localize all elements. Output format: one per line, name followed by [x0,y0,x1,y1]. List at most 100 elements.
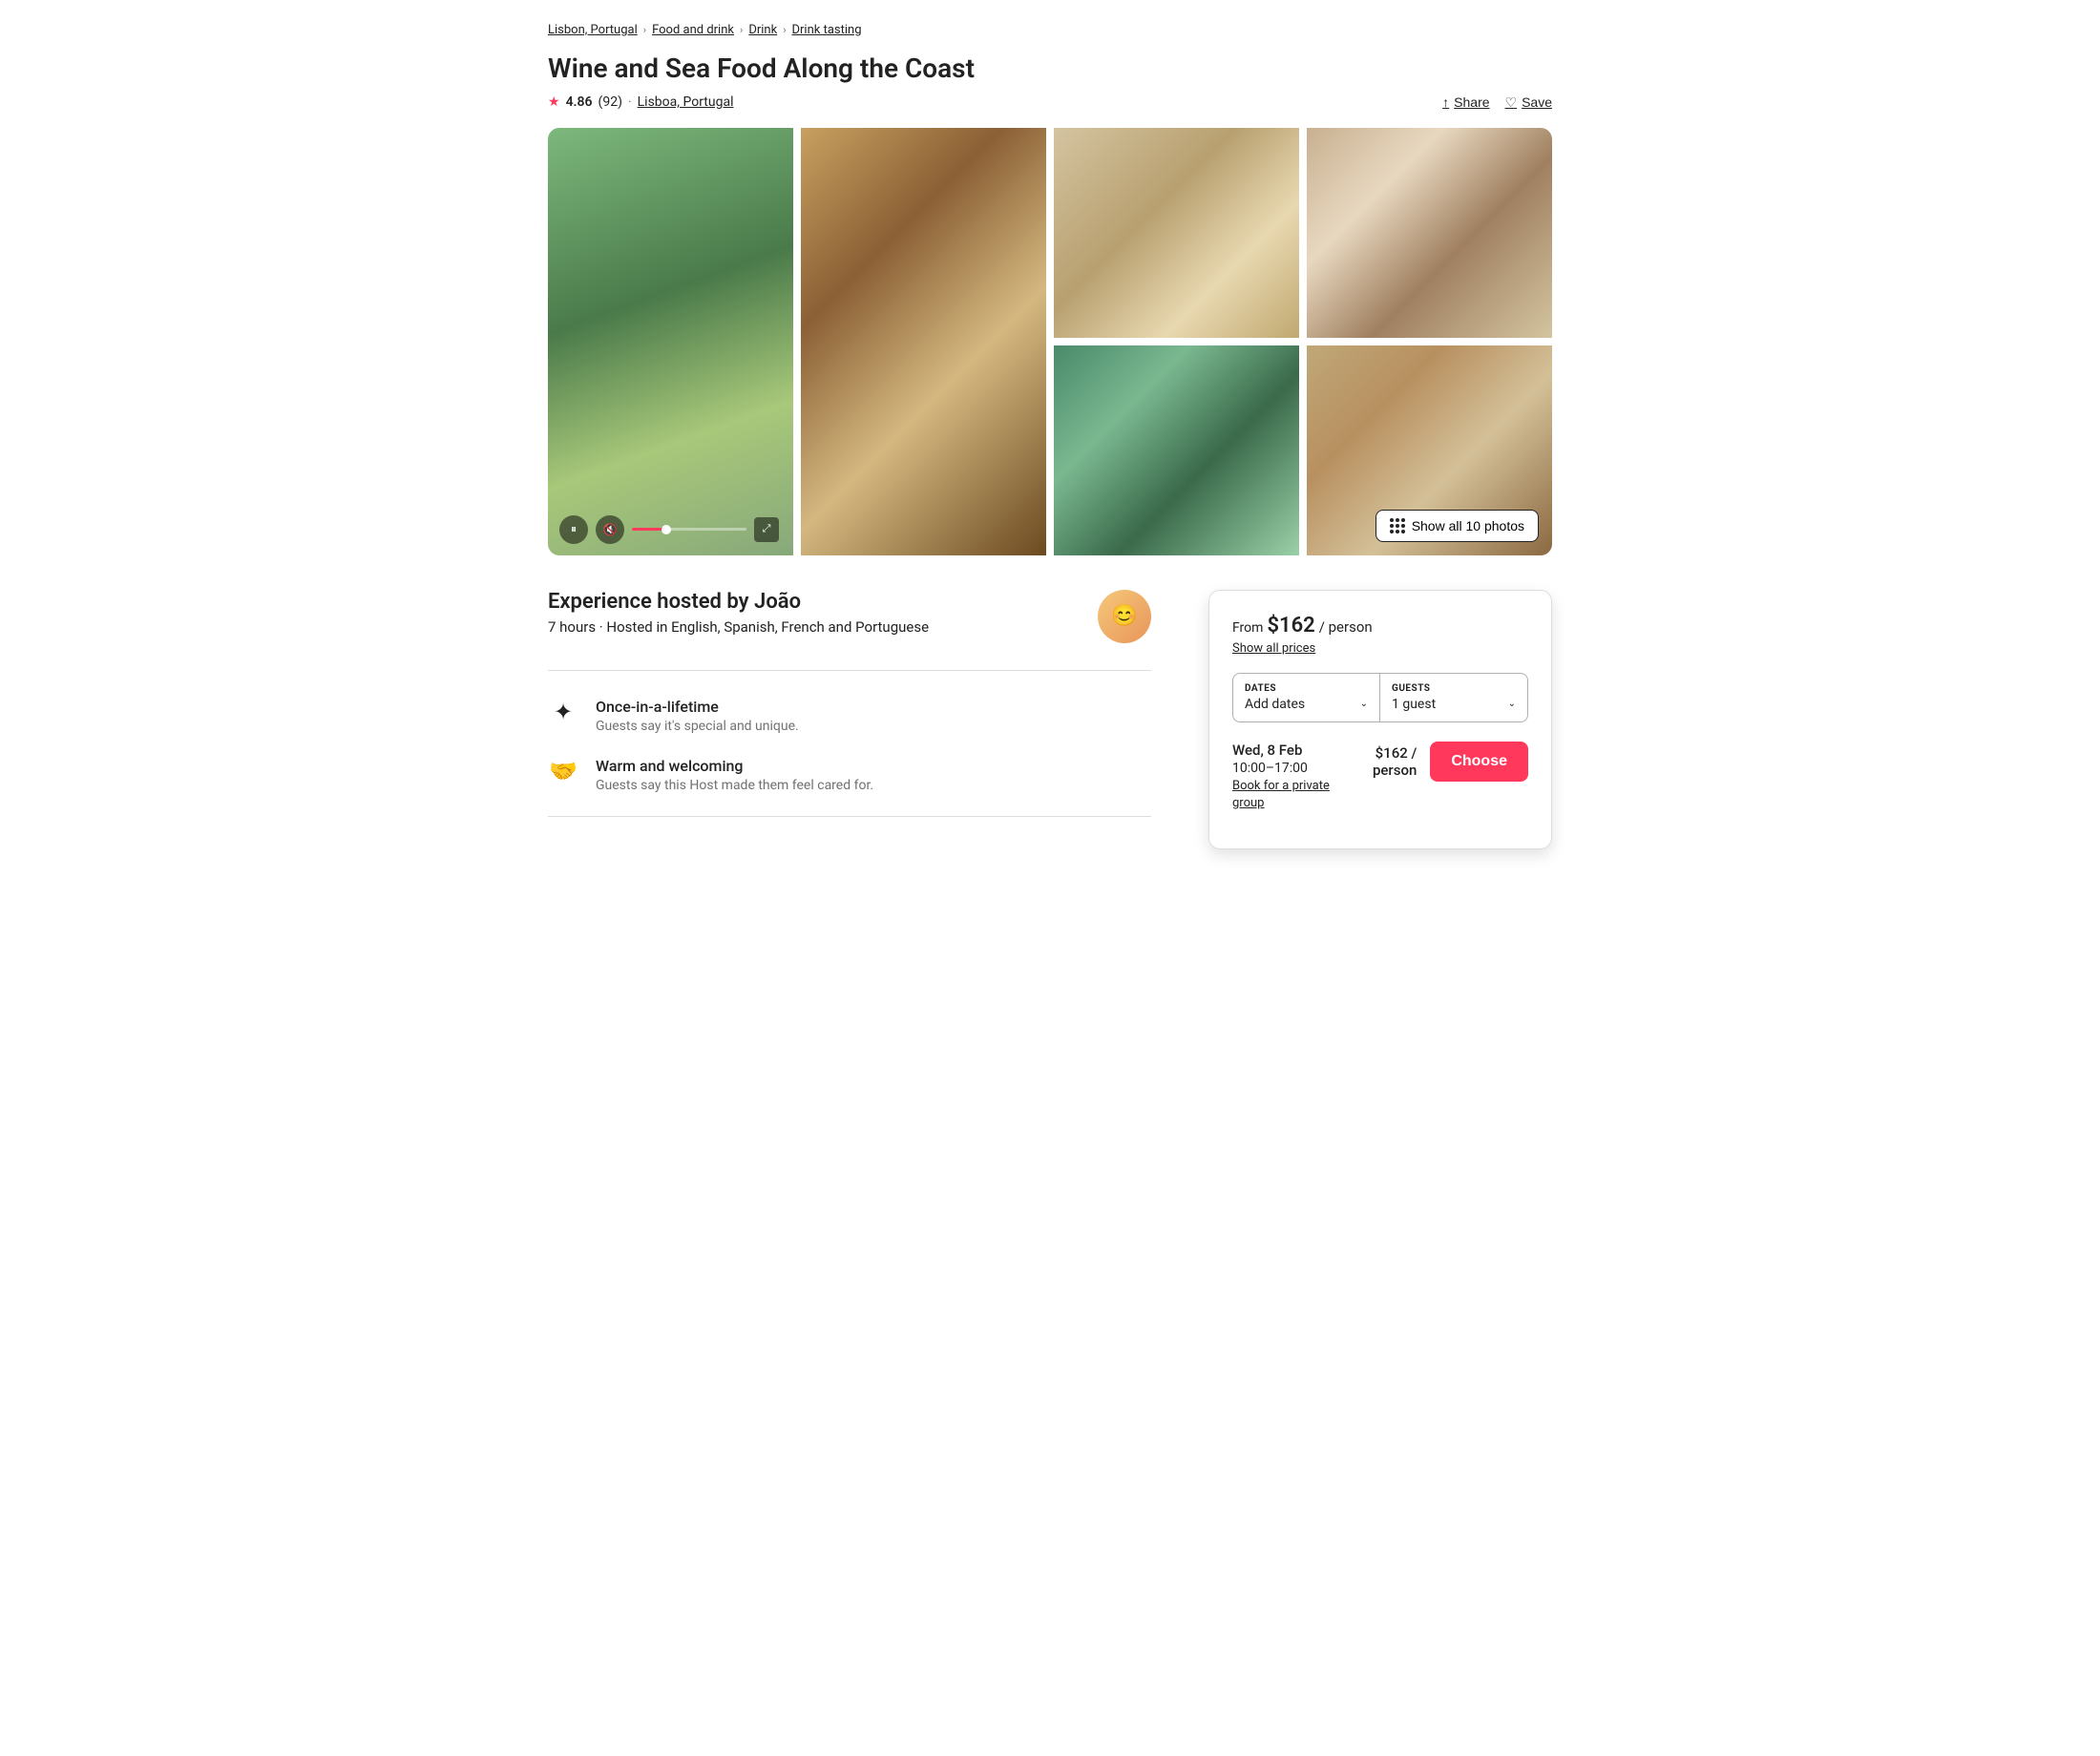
avatar[interactable]: 😊 [1098,590,1151,643]
show-all-photos-label: Show all 10 photos [1412,518,1524,533]
breadcrumb-item-2[interactable]: Drink [748,23,777,37]
avatar-emoji: 😊 [1111,604,1137,628]
photo-placeholder-wine1 [1054,345,1299,555]
photo-cell-landscape: ⏸ 🔇 ⤢ [548,128,793,555]
from-label: From [1232,620,1263,636]
photo-grid: ⏸ 🔇 ⤢ [548,128,1552,555]
host-meta: 7 hours · Hosted in English, Spanish, Fr… [548,618,929,636]
grid-dot-8 [1396,530,1399,533]
date-option-date: Wed, 8 Feb [1232,742,1350,759]
guests-chevron-icon: ⌄ [1508,699,1516,709]
dates-value-row: Add dates ⌄ [1245,697,1368,712]
photo-placeholder-landscape [548,128,793,555]
heart-icon: ♡ [1505,94,1518,111]
book-private-link[interactable]: Book for a private group [1232,779,1330,810]
rating-actions: ↑ Share ♡ Save [1442,94,1552,111]
listing-title: Wine and Sea Food Along the Coast [548,52,1552,85]
price-amount: $162 [1267,614,1314,638]
price-unit: / person [1319,618,1373,636]
photo-placeholder-food1 [1054,128,1299,338]
guests-value-row: 1 guest ⌄ [1392,697,1516,712]
expand-button[interactable]: ⤢ [754,517,779,542]
photo-placeholder-portrait [1307,128,1552,338]
breadcrumb-item-0[interactable]: Lisbon, Portugal [548,23,638,37]
date-option-row: Wed, 8 Feb 10:00–17:00 Book for a privat… [1232,742,1528,810]
date-option-price: $162 / person [1350,744,1417,779]
breadcrumb-item-1[interactable]: Food and drink [652,23,734,37]
booking-card: From $162 / person Show all prices DATES… [1208,590,1552,849]
grid-dot-9 [1401,530,1405,533]
grid-dot-6 [1401,524,1405,528]
rating-location-link[interactable]: Lisboa, Portugal [638,94,734,110]
progress-dot [662,525,671,534]
rating-left: ★ 4.86 (92) · Lisboa, Portugal [548,94,733,110]
dates-value: Add dates [1245,697,1305,712]
date-option-right: $162 / person Choose [1350,742,1528,782]
grid-dot-7 [1390,530,1394,533]
page-wrapper: Lisbon, Portugal › Food and drink › Drin… [525,0,1575,888]
rating-value: 4.86 [566,94,593,110]
choose-button[interactable]: Choose [1430,742,1528,782]
breadcrumb-sep-0: › [643,24,646,36]
video-controls: ⏸ 🔇 ⤢ [559,515,779,544]
photo-cell-food1 [1054,128,1299,338]
grid-dot-4 [1390,524,1394,528]
expand-icon: ⤢ [763,523,771,535]
guests-label: GUESTS [1392,683,1516,694]
rating-row: ★ 4.86 (92) · Lisboa, Portugal ↑ Share ♡… [548,94,1552,111]
feature-content-0: Once-in-a-lifetime Guests say it's speci… [596,698,799,734]
price-row: From $162 / person [1232,614,1528,638]
rating-count: (92) [598,94,622,110]
grid-icon [1390,518,1405,533]
avatar-image: 😊 [1098,590,1151,643]
host-section: Experience hosted by João 7 hours · Host… [548,590,1151,671]
feature-title-0: Once-in-a-lifetime [596,698,799,716]
photo-placeholder-dinner [801,128,1046,555]
breadcrumb: Lisbon, Portugal › Food and drink › Drin… [548,23,1552,37]
date-option-time: 10:00–17:00 [1232,761,1350,776]
photo-cell-portrait [1307,128,1552,338]
guests-selector[interactable]: GUESTS 1 guest ⌄ [1380,674,1527,721]
sparkle-icon: ✦ [548,699,578,725]
section-divider [548,816,1151,817]
share-icon: ↑ [1442,94,1449,110]
share-button[interactable]: ↑ Share [1442,94,1489,110]
left-column: Experience hosted by João 7 hours · Host… [548,590,1151,840]
mute-icon: 🔇 [603,523,618,536]
rating-location[interactable]: Lisboa, Portugal [638,94,734,110]
grid-dot-1 [1390,518,1394,522]
main-content: Experience hosted by João 7 hours · Host… [548,590,1552,849]
pause-button[interactable]: ⏸ [559,515,588,544]
rating-sep: · [628,94,632,110]
pause-icon: ⏸ [571,522,577,536]
grid-dot-2 [1396,518,1399,522]
photo-cell-dinner [801,128,1046,555]
breadcrumb-sep-2: › [783,24,786,36]
save-label: Save [1522,94,1552,110]
breadcrumb-sep-1: › [740,24,743,36]
show-prices-link[interactable]: Show all prices [1232,641,1528,656]
grid-dot-5 [1396,524,1399,528]
feature-row-1: 🤝 Warm and welcoming Guests say this Hos… [548,757,1151,793]
feature-desc-0: Guests say it's special and unique. [596,719,799,734]
breadcrumb-item-3[interactable]: Drink tasting [792,23,862,37]
star-icon: ★ [548,94,560,110]
feature-title-1: Warm and welcoming [596,757,873,775]
save-button[interactable]: ♡ Save [1505,94,1552,111]
feature-desc-1: Guests say this Host made them feel care… [596,778,873,793]
mute-button[interactable]: 🔇 [596,515,624,544]
handshake-icon: 🤝 [548,758,578,784]
host-info: Experience hosted by João 7 hours · Host… [548,590,929,636]
photo-cell-wine1 [1054,345,1299,555]
share-label: Share [1454,94,1489,110]
dates-label: DATES [1245,683,1368,694]
progress-bar[interactable] [632,528,746,531]
feature-row-0: ✦ Once-in-a-lifetime Guests say it's spe… [548,698,1151,734]
date-option-left: Wed, 8 Feb 10:00–17:00 Book for a privat… [1232,742,1350,810]
host-title: Experience hosted by João [548,590,929,614]
dates-selector[interactable]: DATES Add dates ⌄ [1233,674,1380,721]
dates-chevron-icon: ⌄ [1360,699,1368,709]
grid-dot-3 [1401,518,1405,522]
show-all-photos-button[interactable]: Show all 10 photos [1376,510,1539,542]
feature-content-1: Warm and welcoming Guests say this Host … [596,757,873,793]
